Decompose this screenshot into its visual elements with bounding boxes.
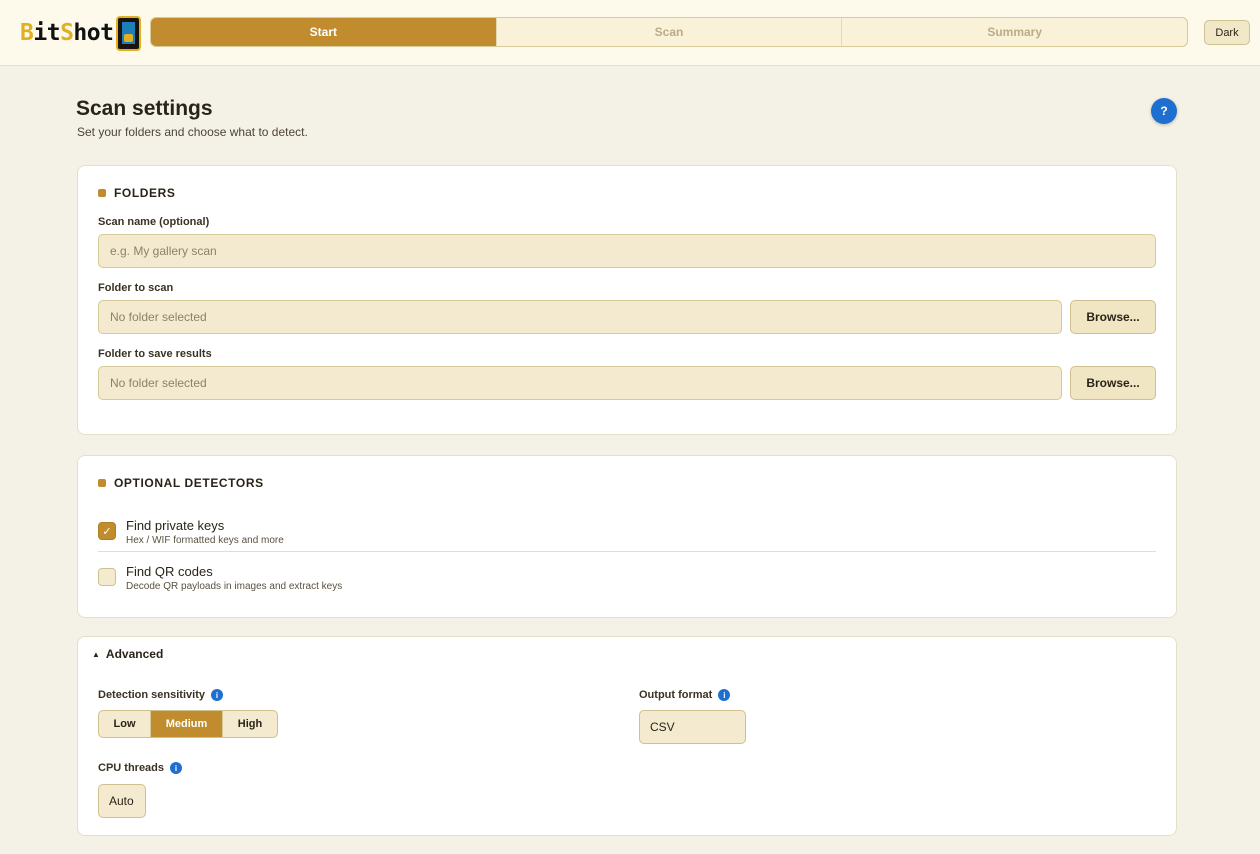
results-folder-input[interactable]: No folder selected — [98, 366, 1062, 400]
scan-name-label: Scan name (optional) — [98, 216, 210, 228]
detector-qr-codes[interactable]: Find QR codes Decode QR payloads in imag… — [98, 558, 1156, 598]
triangle-up-icon: ▲ — [92, 649, 100, 659]
browse-results-folder-button[interactable]: Browse... — [1070, 366, 1156, 400]
folders-card: FOLDERS Scan name (optional) e.g. My gal… — [77, 165, 1177, 435]
step-summary[interactable]: Summary — [842, 18, 1187, 46]
page-title: Scan settings — [76, 97, 213, 120]
progress-stepper: Start Scan Summary — [150, 17, 1188, 47]
dark-mode-toggle[interactable]: Dark — [1204, 20, 1250, 45]
private-keys-label: Find private keys — [126, 518, 225, 533]
top-bar: BitShot Start Scan Summary Dark — [0, 0, 1260, 66]
logo-text: BitShot — [20, 20, 114, 46]
phone-icon — [116, 15, 142, 51]
qr-codes-label: Find QR codes — [126, 564, 213, 579]
sensitivity-medium[interactable]: Medium — [151, 711, 223, 737]
scan-folder-input[interactable]: No folder selected — [98, 300, 1062, 334]
sensitivity-label-row: Detection sensitivity i — [98, 689, 223, 701]
help-button[interactable]: ? — [1151, 98, 1177, 124]
advanced-card: ▲ Advanced Detection sensitivity i Low M… — [77, 636, 1177, 836]
bitshot-logo[interactable]: BitShot — [20, 15, 142, 51]
sensitivity-selector: Low Medium High — [98, 710, 278, 738]
private-keys-checkbox[interactable]: ✓ — [98, 522, 116, 540]
output-format-label-row: Output format i — [639, 689, 731, 701]
output-format-info-icon[interactable]: i — [718, 689, 731, 701]
cpu-threads-label-row: CPU threads i — [98, 762, 183, 774]
page-subtitle: Set your folders and choose what to dete… — [77, 125, 308, 139]
detectors-section-title: OPTIONAL DETECTORS — [98, 476, 264, 490]
folders-section-title: FOLDERS — [98, 186, 176, 200]
results-folder-label: Folder to save results — [98, 348, 212, 360]
step-start[interactable]: Start — [151, 18, 497, 46]
section-marker-icon — [98, 189, 106, 197]
sensitivity-low[interactable]: Low — [99, 711, 151, 737]
qr-codes-checkbox[interactable] — [98, 568, 116, 586]
private-keys-description: Hex / WIF formatted keys and more — [126, 535, 284, 546]
cpu-threads-select[interactable]: Auto — [98, 784, 146, 818]
step-scan[interactable]: Scan — [497, 18, 843, 46]
browse-scan-folder-button[interactable]: Browse... — [1070, 300, 1156, 334]
sensitivity-high[interactable]: High — [223, 711, 277, 737]
section-marker-icon — [98, 479, 106, 487]
qr-codes-description: Decode QR payloads in images and extract… — [126, 581, 343, 592]
sensitivity-info-icon[interactable]: i — [210, 689, 223, 701]
detectors-card: OPTIONAL DETECTORS ✓ Find private keys H… — [77, 455, 1177, 618]
cpu-threads-info-icon[interactable]: i — [170, 762, 183, 774]
scan-folder-label: Folder to scan — [98, 282, 174, 294]
output-format-select[interactable]: CSV — [639, 710, 746, 744]
scan-name-input[interactable]: e.g. My gallery scan — [98, 234, 1156, 268]
advanced-toggle[interactable]: ▲ Advanced — [92, 647, 163, 661]
detector-private-keys[interactable]: ✓ Find private keys Hex / WIF formatted … — [98, 512, 1156, 552]
